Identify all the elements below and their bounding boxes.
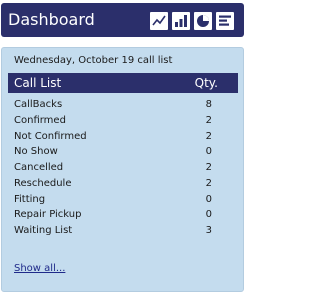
row-qty: 3 [205,225,212,236]
row-qty: 0 [205,146,212,158]
row-qty: 8 [205,99,212,110]
row-label: CallBacks [14,99,63,110]
row-qty: 2 [205,130,212,142]
row-qty: 0 [205,193,212,205]
show-all-link[interactable]: Show all... [14,262,65,276]
list-view-icon [216,12,234,30]
row-label: Cancelled [14,162,64,173]
column-header-call-list: Call List [14,76,62,90]
dashboard-title: Dashboard [8,10,95,29]
bar-chart-icon [172,12,190,30]
table-row: Reschedule 2 [8,176,238,192]
row-label: Reschedule [14,177,72,189]
call-list-rows: CallBacks 8 Confirmed 2 Not Confirmed 2 … [8,97,238,239]
bar-chart-button[interactable] [172,12,190,30]
pie-chart-icon [194,12,212,30]
table-row: Repair Pickup 0 [8,207,238,223]
table-row: CallBacks 8 [8,97,238,113]
table-row: Fitting 0 [8,192,238,208]
call-list-date: Wednesday, October 19 call list [14,55,173,66]
row-qty: 0 [205,209,212,221]
column-header-qty: Qty. [194,76,218,90]
table-row: Cancelled 2 [8,160,238,176]
call-list-panel: Wednesday, October 19 call list Call Lis… [1,47,244,292]
call-list-table-header: Call List Qty. [8,73,238,93]
row-qty: 2 [205,114,212,126]
table-row: Confirmed 2 [8,113,238,129]
row-label: Waiting List [14,225,73,236]
row-label: Repair Pickup [14,209,82,221]
line-chart-icon [150,12,168,30]
dashboard-header: Dashboard [1,3,244,37]
row-qty: 2 [205,177,212,189]
row-label: Not Confirmed [14,130,87,142]
table-row: Not Confirmed 2 [8,129,238,145]
row-label: Confirmed [14,114,66,126]
line-chart-button[interactable] [150,12,168,30]
list-view-button[interactable] [216,12,234,30]
row-qty: 2 [205,162,212,173]
pie-chart-button[interactable] [194,12,212,30]
table-row: No Show 0 [8,144,238,160]
row-label: No Show [14,146,58,158]
row-label: Fitting [14,193,46,205]
table-row: Waiting List 3 [8,223,238,239]
